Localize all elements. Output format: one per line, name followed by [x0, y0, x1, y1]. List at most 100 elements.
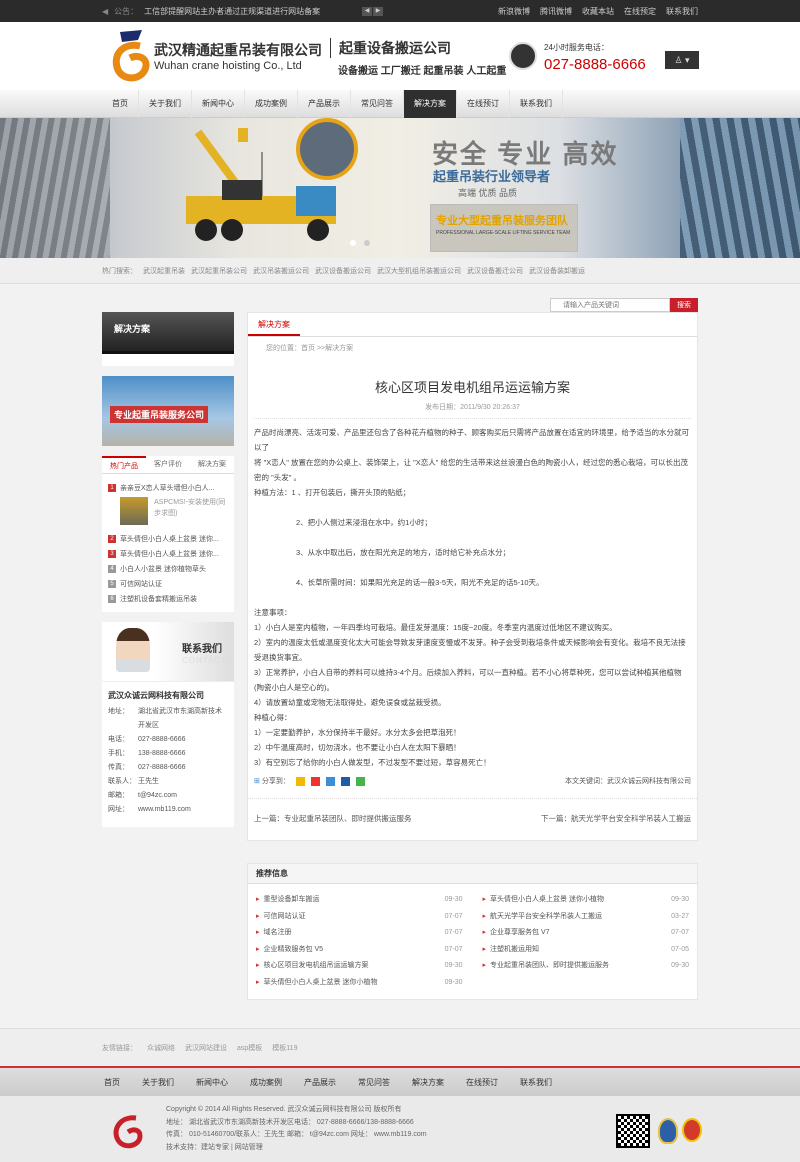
recommend-item[interactable]: ▸ 可信网站认证 07-07	[256, 909, 463, 926]
recommend-item[interactable]: ▸ 重型设备卸车搬运 09-30	[256, 892, 463, 909]
nav-item[interactable]: 解决方案	[404, 90, 457, 118]
footer-nav-item[interactable]: 解决方案	[412, 1077, 444, 1088]
hot-search-item[interactable]: 武汉设备装卸搬运	[529, 266, 585, 276]
user-menu-button[interactable]: ♙ ▾	[665, 51, 699, 69]
footer-nav-item[interactable]: 在线预订	[466, 1077, 498, 1088]
article-title: 核心区项目发电机组吊运运输方案	[374, 380, 570, 395]
online-booking-link[interactable]: 在线预定	[624, 6, 656, 17]
share-icon[interactable]: ⊞	[254, 777, 260, 785]
recommend-title[interactable]: 可信网站认证	[264, 909, 306, 926]
hot-search-item[interactable]: 武汉大型机组吊装搬运公司	[377, 266, 461, 276]
hot-product-thumb[interactable]	[120, 497, 149, 525]
footer-nav-item[interactable]: 首页	[104, 1077, 120, 1088]
weibo-tencent-link[interactable]: 腾讯微博	[540, 6, 572, 17]
hot-product-item[interactable]: 6 注塑机设备套精搬运吊装	[108, 591, 228, 606]
friend-link[interactable]: 众诚网络	[147, 1043, 175, 1053]
hot-product-title[interactable]: 草头倩但小白人桌上盆景 迷你...	[120, 534, 219, 544]
footer-nav-item[interactable]: 产品展示	[304, 1077, 336, 1088]
recommend-date: 09-30	[444, 962, 463, 969]
nav-item[interactable]: 联系我们	[510, 90, 563, 118]
tencent-weibo-icon[interactable]	[325, 776, 335, 786]
hot-search-item[interactable]: 武汉设备搬运公司	[315, 266, 371, 276]
hot-product-list: 1 亲亲豆X恋人草头墙但小白人... ASPCMS!-安装使用(同步求图) 2 草头倩但…	[102, 474, 234, 612]
prev-arrow-icon[interactable]: ◀	[362, 6, 372, 16]
next-arrow-icon[interactable]: ▶	[373, 6, 383, 16]
sidebar-promo-image[interactable]: 专业起重吊装服务公司	[102, 376, 234, 446]
recommend-date: 09-30	[671, 962, 689, 969]
recommend-title[interactable]: 域名注册	[264, 925, 292, 942]
recommend-item[interactable]: ▸ 专业起重吊装团队、即时提供搬运服务 09-30	[483, 958, 690, 975]
company-logo[interactable]	[110, 28, 150, 84]
article-paragraph: 3）正常养护，小白人自带的养料可以维持3-4个月。后续加入养料，可以一直种植。若…	[254, 668, 682, 692]
recommend-title[interactable]: 核心区项目发电机组吊运运输方案	[264, 958, 369, 975]
footer-nav-item[interactable]: 联系我们	[520, 1077, 552, 1088]
user-icon: ♙ ▾	[674, 55, 690, 65]
hot-product-title[interactable]: 亲亲豆X恋人草头墙但小白人...	[120, 483, 215, 493]
search-button[interactable]: 搜索	[670, 298, 698, 312]
recommend-title[interactable]: 企业精致服务包 V5	[264, 942, 324, 959]
recommend-item[interactable]: ▸ 域名注册 07-07	[256, 925, 463, 942]
prev-article-link[interactable]: 上一篇：专业起重吊装团队、即时提供搬运服务	[254, 813, 412, 824]
article-tab[interactable]: 解决方案	[248, 313, 300, 336]
footer-nav-item[interactable]: 成功案例	[250, 1077, 282, 1088]
hot-search-item[interactable]: 武汉起重吊装	[143, 266, 185, 276]
tab-reviews[interactable]: 客户评价	[146, 456, 190, 473]
hot-search-item[interactable]: 武汉设备搬迁公司	[467, 266, 523, 276]
weibo-icon[interactable]	[310, 776, 320, 786]
qzone-icon[interactable]	[295, 776, 305, 786]
banner-dot[interactable]	[364, 240, 370, 246]
recommend-title[interactable]: 重型设备卸车搬运	[264, 892, 320, 909]
hot-product-title[interactable]: 可信网站认证	[120, 579, 162, 589]
recommend-title[interactable]: 草头倩但小白人桌上盆景 迷你小植物	[490, 892, 604, 909]
tab-hot-products[interactable]: 热门产品	[102, 456, 146, 473]
police-badge-icon[interactable]	[658, 1118, 678, 1144]
recommend-title[interactable]: 航天光学平台安全科学吊装人工搬运	[490, 909, 602, 926]
hot-product-title[interactable]: 小白人小盆景 迷你植物草头	[120, 564, 206, 574]
nav-item[interactable]: 新闻中心	[192, 90, 245, 118]
hot-product-title[interactable]: 草头倩但小白人桌上盆景 迷你...	[120, 549, 219, 559]
tab-solutions[interactable]: 解决方案	[190, 456, 234, 473]
wechat-icon[interactable]	[355, 776, 365, 786]
friend-link[interactable]: 模板119	[272, 1043, 297, 1053]
friend-link[interactable]: asp模板	[237, 1043, 262, 1053]
hot-product-item[interactable]: 4 小白人小盆景 迷你植物草头	[108, 561, 228, 576]
footer-support[interactable]: 技术支持：建站专家 | 网站管理	[166, 1142, 427, 1155]
hot-search-item[interactable]: 武汉吊装搬运公司	[253, 266, 309, 276]
recommend-title[interactable]: 企业尊享服务包 V7	[490, 925, 550, 942]
recommend-title[interactable]: 专业起重吊装团队、即时提供搬运服务	[490, 958, 609, 975]
footer-nav-item[interactable]: 新闻中心	[196, 1077, 228, 1088]
notice-text[interactable]: 工信部提醒网站主办者通过正规渠道进行网站备案	[144, 6, 320, 17]
hot-search-item[interactable]: 武汉起重吊装公司	[191, 266, 247, 276]
hot-product-item[interactable]: 1 亲亲豆X恋人草头墙但小白人...	[108, 480, 228, 495]
nav-item[interactable]: 常见问答	[351, 90, 404, 118]
recommend-title[interactable]: 注塑机搬运用知	[490, 942, 539, 959]
recommend-item[interactable]: ▸ 企业尊享服务包 V7 07-07	[483, 925, 690, 942]
search-input[interactable]	[550, 298, 670, 312]
footer-nav-item[interactable]: 常见问答	[358, 1077, 390, 1088]
renren-icon[interactable]	[340, 776, 350, 786]
bookmark-link[interactable]: 收藏本站	[582, 6, 614, 17]
nav-item[interactable]: 关于我们	[139, 90, 192, 118]
nav-item[interactable]: 在线预订	[457, 90, 510, 118]
nav-item[interactable]: 首页	[102, 90, 139, 118]
nav-item[interactable]: 成功案例	[245, 90, 298, 118]
friend-link[interactable]: 武汉网站建设	[185, 1043, 227, 1053]
recommend-item[interactable]: ▸ 核心区项目发电机组吊运运输方案 09-30	[256, 958, 463, 975]
hot-product-item[interactable]: 2 草头倩但小白人桌上盆景 迷你...	[108, 531, 228, 546]
nav-item[interactable]: 产品展示	[298, 90, 351, 118]
footer-nav-item[interactable]: 关于我们	[142, 1077, 174, 1088]
recommend-item[interactable]: ▸ 草头倩但小白人桌上盆景 迷你小植物 09-30	[483, 892, 690, 909]
contact-link[interactable]: 联系我们	[666, 6, 698, 17]
recommend-item[interactable]: ▸ 航天光学平台安全科学吊装人工搬运 03-27	[483, 909, 690, 926]
recommend-item[interactable]: ▸ 企业精致服务包 V5 07-07	[256, 942, 463, 959]
hot-product-item[interactable]: 5 可信网站认证	[108, 576, 228, 591]
trust-badge-icon[interactable]	[682, 1118, 702, 1142]
banner-dot[interactable]	[350, 240, 356, 246]
hot-product-item[interactable]: 3 草头倩但小白人桌上盆景 迷你...	[108, 546, 228, 561]
recommend-item[interactable]: ▸ 注塑机搬运用知 07-05	[483, 942, 690, 959]
next-article-link[interactable]: 下一篇：航天光学平台安全科学吊装人工搬运	[541, 813, 691, 824]
recommend-item[interactable]: ▸ 草头倩但小白人桌上盆景 迷你小植物 09-30	[256, 975, 463, 992]
weibo-sina-link[interactable]: 新浪微博	[498, 6, 530, 17]
hot-product-title[interactable]: 注塑机设备套精搬运吊装	[120, 594, 197, 604]
recommend-title[interactable]: 草头倩但小白人桌上盆景 迷你小植物	[264, 975, 378, 992]
